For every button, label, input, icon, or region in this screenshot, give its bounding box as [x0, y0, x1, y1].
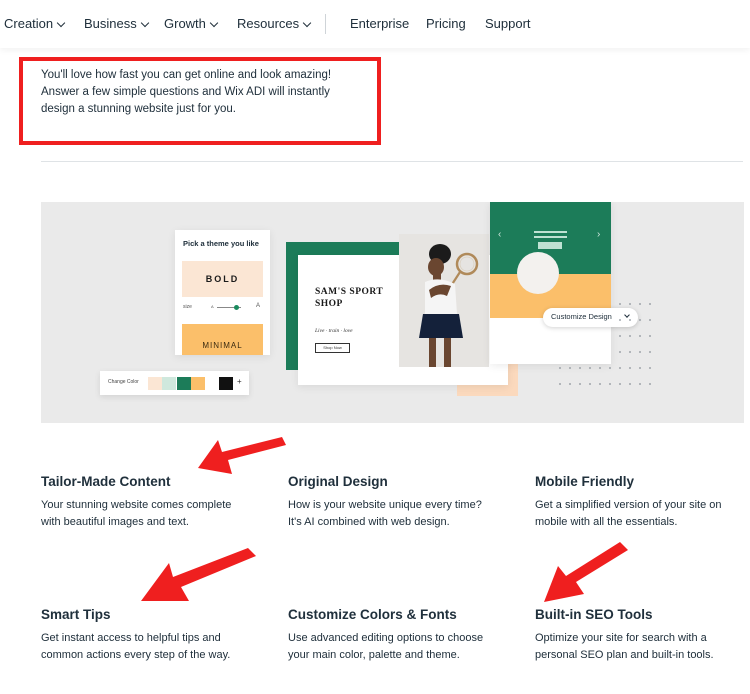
feature-desc-customize-colors: Use advanced editing options to choose y… [288, 630, 503, 664]
section-divider [41, 161, 743, 162]
feature-desc-line: your main color, palette and theme. [288, 649, 460, 661]
menu-line [534, 231, 567, 233]
nav-support[interactable]: Support [485, 16, 531, 31]
theme-option-minimal: MINIMAL [182, 324, 263, 355]
feature-desc-line: Optimize your site for search with a [535, 632, 707, 644]
nav-pricing[interactable]: Pricing [426, 16, 466, 31]
feature-title-tailor-made: Tailor-Made Content [41, 474, 171, 489]
site-name-line: SAM'S SPORT [315, 287, 384, 297]
nav-label: Business [84, 16, 137, 31]
size-small-label: A [211, 304, 214, 309]
size-slider-knob [234, 305, 239, 310]
nav-label: Resources [237, 16, 300, 31]
intro-line: design a stunning website just for you. [41, 103, 236, 115]
color-swatch [162, 377, 176, 390]
feature-desc-line: mobile with all the essentials. [535, 516, 678, 528]
intro-line: Answer a few simple questions and Wix AD… [41, 86, 330, 98]
feature-desc-line: Get a simplified version of your site on [535, 499, 722, 511]
change-color-label: Change Color [108, 379, 139, 385]
chevron-right-icon: › [597, 229, 601, 240]
nav-creation[interactable]: Creation [4, 16, 66, 31]
feature-title-seo-tools: Built-in SEO Tools [535, 607, 653, 622]
theme-option-label: BOLD [205, 274, 240, 284]
annotation-arrow-icon [198, 437, 286, 474]
nav-divider [325, 14, 326, 34]
feature-desc-line: personal SEO plan and built-in tools. [535, 649, 714, 661]
feature-desc-line: with beautiful images and text. [41, 516, 189, 528]
chevron-down-icon [302, 18, 312, 28]
feature-title-smart-tips: Smart Tips [41, 607, 111, 622]
feature-title-mobile-friendly: Mobile Friendly [535, 474, 635, 489]
chevron-down-icon [56, 18, 66, 28]
feature-desc-smart-tips: Get instant access to helpful tips and c… [41, 630, 256, 664]
menu-block [538, 242, 562, 249]
feature-title-original-design: Original Design [288, 474, 388, 489]
color-swatch [191, 377, 205, 390]
feature-desc-line: It's AI combined with web design. [288, 516, 450, 528]
theme-option-bold: BOLD [182, 261, 263, 297]
add-color-icon: + [237, 377, 242, 386]
intro-line: You'll love how fast you can get online … [41, 69, 332, 81]
nav-growth[interactable]: Growth [164, 16, 219, 31]
chevron-down-icon [140, 18, 149, 28]
feature-desc-line: Use advanced editing options to choose [288, 632, 484, 644]
color-swatch [148, 377, 162, 390]
nav-business[interactable]: Business [84, 16, 149, 31]
nav-label: Growth [164, 16, 206, 31]
feature-desc-seo-tools: Optimize your site for search with a per… [535, 630, 750, 664]
size-large-label: A [256, 303, 261, 309]
feature-desc-line: common actions every step of the way. [41, 649, 231, 661]
site-shop-button-label: Shop Now [323, 345, 342, 350]
color-swatch [219, 377, 233, 390]
menu-line [534, 236, 567, 238]
annotation-arrow-icon [141, 548, 256, 601]
color-swatch [177, 377, 191, 390]
feature-title-customize-colors: Customize Colors & Fonts [288, 607, 457, 622]
chevron-down-icon [209, 18, 219, 28]
feature-desc-original-design: How is your website unique every time? I… [288, 497, 503, 531]
feature-desc-mobile-friendly: Get a simplified version of your site on… [535, 497, 750, 531]
theme-picker-card: Pick a theme you like BOLD size A A MINI… [175, 230, 270, 355]
theme-option-label: MINIMAL [202, 341, 243, 350]
dot-grid-decoration [559, 303, 651, 385]
site-tagline: Live · train · love [315, 328, 353, 334]
mobile-preview-circle [517, 252, 559, 294]
site-name: SAM'S SPORT SHOP [315, 286, 395, 310]
nav-enterprise[interactable]: Enterprise [350, 16, 409, 31]
feature-desc-line: How is your website unique every time? [288, 499, 482, 511]
change-color-bar: Change Color + [100, 371, 249, 395]
size-label: size [183, 304, 192, 310]
nav-label: Creation [4, 16, 54, 31]
intro-paragraph: You'll love how fast you can get online … [41, 67, 361, 118]
hero-illustration: Pick a theme you like BOLD size A A MINI… [41, 202, 744, 423]
site-shop-button: Shop Now [315, 343, 350, 353]
feature-desc-line: Get instant access to helpful tips and [41, 632, 221, 644]
feature-desc-tailor-made: Your stunning website comes complete wit… [41, 497, 256, 531]
theme-picker-title: Pick a theme you like [183, 239, 259, 248]
chevron-left-icon: ‹ [498, 229, 502, 240]
top-nav: Creation Business Growth Resources Enter… [0, 0, 750, 48]
site-name-line: SHOP [315, 299, 343, 309]
tennis-player-image [399, 234, 489, 367]
tennis-player-illustration [399, 234, 489, 367]
nav-resources[interactable]: Resources [237, 16, 312, 31]
annotation-arrow-icon [544, 542, 628, 602]
feature-desc-line: Your stunning website comes complete [41, 499, 232, 511]
